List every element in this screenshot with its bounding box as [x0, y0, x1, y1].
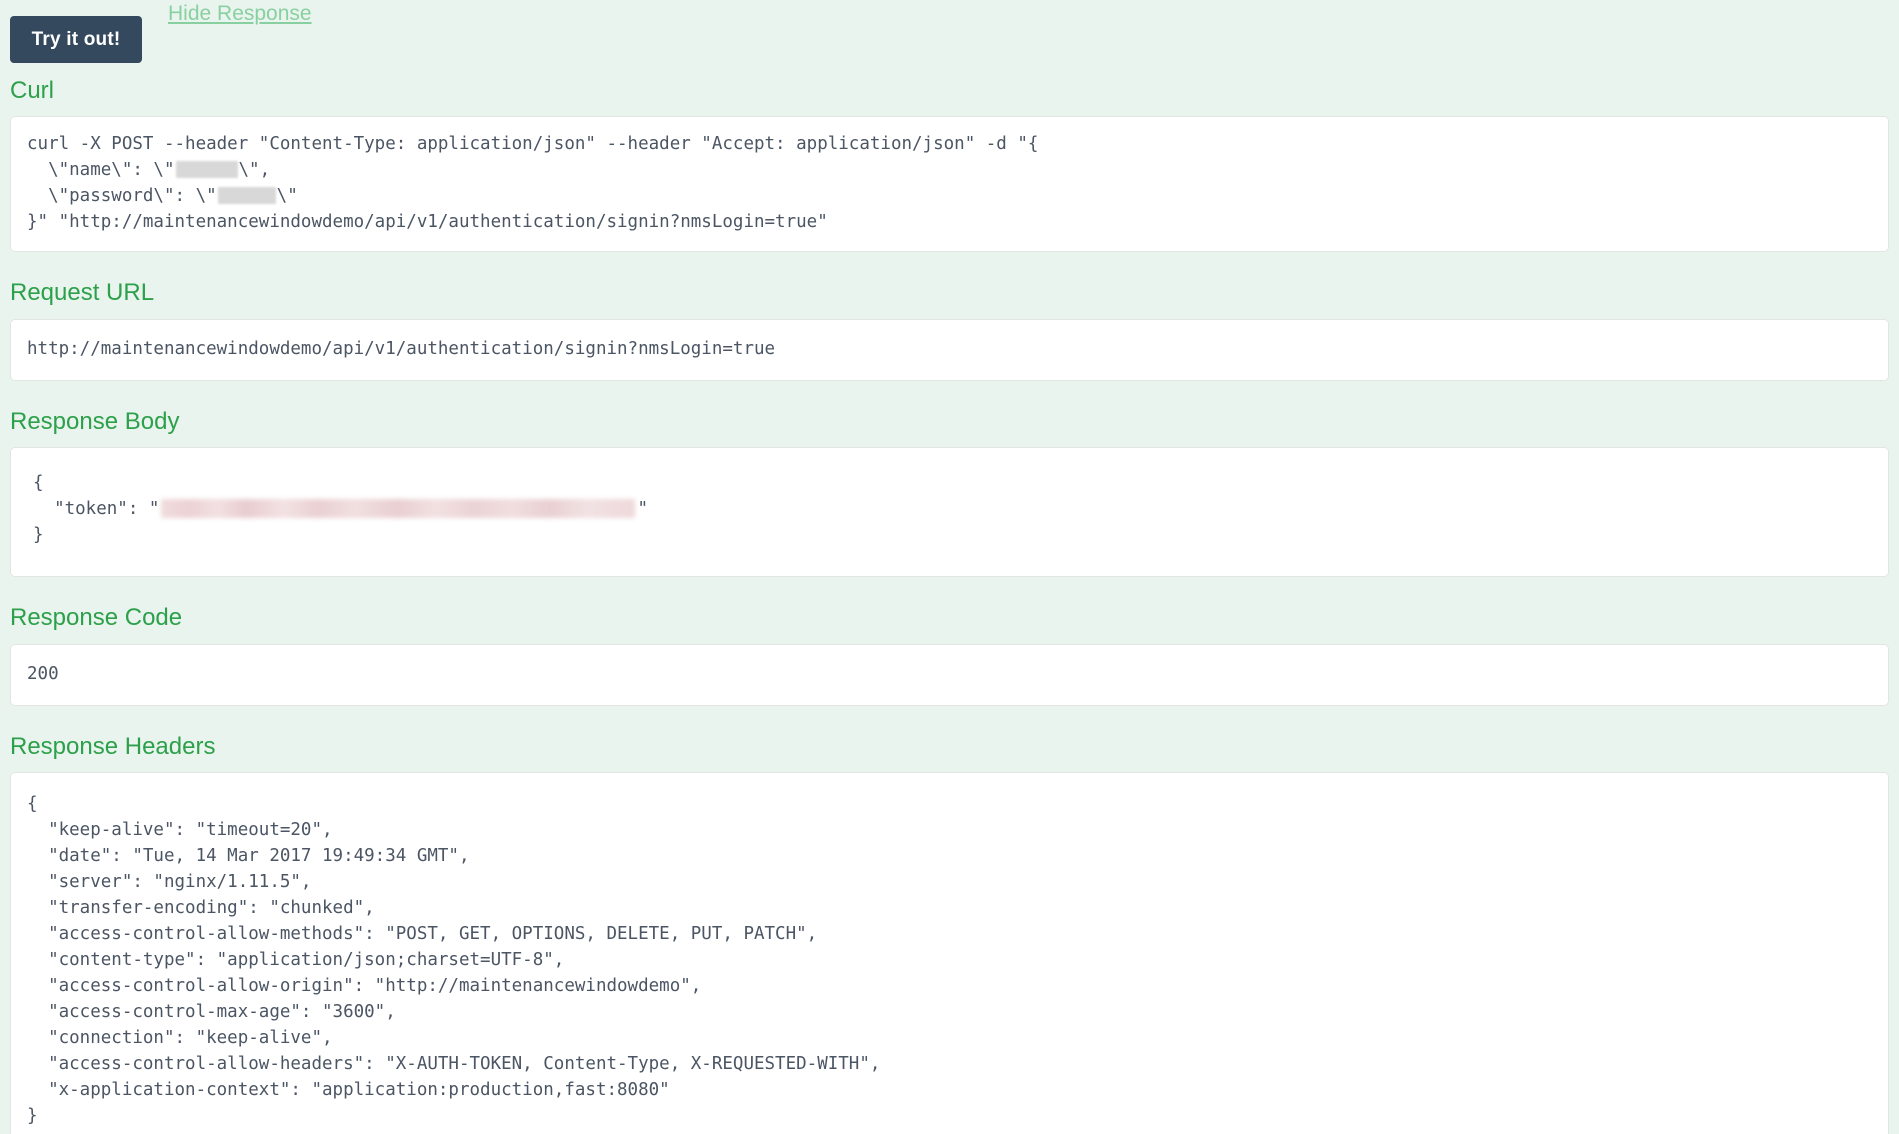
- response-body-panel: { "token": " " }: [10, 447, 1889, 578]
- curl-command-line-2: \"name\": \" \",: [27, 157, 1872, 183]
- response-code-section: Response Code 200: [10, 604, 1889, 706]
- response-body-open-brace: {: [33, 473, 44, 494]
- try-it-out-button[interactable]: Try it out!: [10, 16, 142, 63]
- response-code-section-title: Response Code: [10, 604, 183, 632]
- curl-panel: curl -X POST --header "Content-Type: app…: [10, 116, 1889, 253]
- curl-section: Curl curl -X POST --header "Content-Type…: [10, 77, 1889, 253]
- response-body-close-brace: }: [33, 525, 44, 546]
- response-body-section: Response Body { "token": " " }: [10, 407, 1889, 578]
- request-url-section: Request URL http://maintenancewindowdemo…: [10, 279, 1889, 381]
- curl-name-suffix: \",: [238, 160, 271, 181]
- curl-command-line-4: }" "http://maintenancewindowdemo/api/v1/…: [27, 212, 828, 233]
- response-headers-json: { "keep-alive": "timeout=20", "date": "T…: [27, 793, 881, 1126]
- curl-command-line-3: \"password\": \" \": [27, 183, 1872, 209]
- spacer-after-curl: [10, 252, 1889, 280]
- response-body-token-line: "token": " ": [33, 496, 1872, 522]
- redacted-password-value: [217, 187, 276, 205]
- token-key-label: "token": ": [33, 499, 160, 520]
- redacted-name-value: [175, 161, 238, 179]
- response-body-section-title: Response Body: [10, 407, 180, 435]
- spacer-after-request-url: [10, 381, 1889, 409]
- curl-name-prefix: \"name\": \": [27, 160, 175, 181]
- request-url-section-title: Request URL: [10, 279, 155, 307]
- response-headers-panel: { "keep-alive": "timeout=20", "date": "T…: [10, 771, 1889, 1134]
- response-code-value: 200: [27, 663, 59, 684]
- response-headers-section: Response Headers { "keep-alive": "timeou…: [10, 732, 1889, 1134]
- response-code-panel: 200: [10, 643, 1889, 706]
- response-headers-section-title: Response Headers: [10, 732, 216, 760]
- hide-response-link[interactable]: Hide Response: [168, 2, 312, 26]
- curl-section-title: Curl: [10, 77, 55, 104]
- request-url-panel: http://maintenancewindowdemo/api/v1/auth…: [10, 318, 1889, 381]
- spacer-after-response-body: [10, 577, 1889, 605]
- api-explorer-response-page: Try it out! Hide Response Curl curl -X P…: [0, 0, 1899, 1134]
- token-closing-quote: ": [637, 499, 648, 520]
- redacted-token-value: [161, 499, 636, 519]
- request-url-value: http://maintenancewindowdemo/api/v1/auth…: [27, 338, 776, 359]
- curl-password-suffix: \": [276, 186, 298, 207]
- curl-password-prefix: \"password\": \": [27, 186, 217, 207]
- curl-command-line-1: curl -X POST --header "Content-Type: app…: [27, 134, 1039, 155]
- response-toolbar: Try it out! Hide Response: [10, 0, 1889, 78]
- spacer-after-response-code: [10, 706, 1889, 734]
